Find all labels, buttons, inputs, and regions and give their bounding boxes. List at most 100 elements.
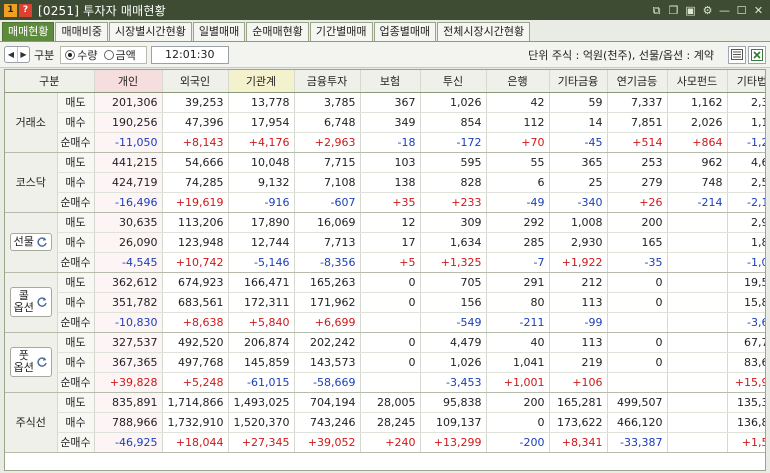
cell-value: 0	[607, 272, 668, 293]
row-label: 매도	[57, 272, 95, 293]
header-1[interactable]: 개인	[94, 70, 163, 93]
list-view-icon[interactable]	[728, 45, 746, 64]
cell-value: 103	[360, 152, 421, 173]
time-input[interactable]	[150, 45, 229, 64]
group-button[interactable]: 선물	[9, 233, 52, 251]
cell-value: 748	[667, 172, 728, 193]
group-button[interactable]: 풋 옵션	[9, 347, 52, 377]
cell-value: 1,714,866	[162, 392, 229, 413]
cell-value: +2,963	[294, 132, 361, 153]
arrow-left-icon[interactable]: ◀	[5, 47, 17, 62]
screen-number-badge[interactable]: 1	[4, 3, 17, 17]
tab-2[interactable]: 시장별시간현황	[108, 22, 192, 41]
group-button-label: 풋 옵션	[14, 350, 34, 374]
header-11[interactable]: 기타법인	[727, 70, 765, 93]
cell-value: -607	[294, 192, 361, 213]
toolbar: ◀ ▶ 구분 수량 금액 단위 주식 : 억원(천주), 선물/옵션 : 계약	[0, 42, 770, 68]
cell-value: -58,669	[294, 372, 361, 393]
help-icon[interactable]: ?	[19, 3, 32, 17]
table-row: 순매수 -4,545 +10,742 -5,146 -8,356 +5 +1,325 -7 +1…	[5, 252, 765, 273]
cell-value: 83,659	[727, 352, 765, 373]
cell-value: 0	[360, 332, 421, 353]
cell-value: 3,785	[294, 92, 361, 113]
tab-5[interactable]: 기간별매매	[309, 22, 373, 41]
cell-value: 291	[486, 272, 550, 293]
header-9[interactable]: 연기금등	[607, 70, 668, 93]
cell-value: 135,305	[727, 392, 765, 413]
cell-value: -1,051	[727, 252, 765, 273]
cell-value: +240	[360, 432, 421, 453]
radio-quantity[interactable]: 수량	[65, 47, 98, 63]
cell-value: -8,356	[294, 252, 361, 273]
tab-bar: 매매현황 매매비중 시장별시간현황 일별매매 순매매현황 기간별매매 업종별매매 전체시장시간…	[0, 20, 770, 42]
header-5[interactable]: 보험	[360, 70, 421, 93]
camera-icon[interactable]: ▣	[683, 3, 698, 18]
row-label: 매도	[57, 152, 95, 173]
cell-value: -200	[486, 432, 550, 453]
tab-6[interactable]: 업종별매매	[373, 22, 437, 41]
table-row: 순매수 -11,050 +8,143 +4,176 +2,963 -18 -172 +70 -4…	[5, 132, 765, 153]
header-10[interactable]: 사모펀드	[667, 70, 728, 93]
cell-value: +39,052	[294, 432, 361, 453]
header-3[interactable]: 기관계	[228, 70, 295, 93]
cell-value: 0	[360, 292, 421, 313]
tab-7[interactable]: 전체시장시간현황	[437, 22, 531, 41]
table-row: 코스닥 매도 441,215 54,666 10,048 7,715 103 595 55 365…	[5, 152, 765, 213]
radio-amount-dot[interactable]	[103, 49, 114, 60]
group-button[interactable]: 콜 옵션	[9, 287, 52, 317]
maximize-icon[interactable]: ☐	[734, 3, 749, 18]
tab-1[interactable]: 매매비중	[55, 22, 108, 41]
cell-value: 219	[549, 352, 608, 373]
tab-4[interactable]: 순매매현황	[246, 22, 309, 41]
header-7[interactable]: 은행	[486, 70, 550, 93]
group-label[interactable]: 풋 옵션	[5, 332, 58, 393]
header-4[interactable]: 금융투자	[294, 70, 361, 93]
cell-value: -549	[420, 312, 487, 333]
row-label: 순매수	[57, 252, 95, 273]
cell-value: 7,715	[294, 152, 361, 173]
radio-quantity-dot[interactable]	[65, 49, 76, 60]
close-icon[interactable]: ✕	[751, 3, 766, 18]
cell-value: +1,922	[549, 252, 608, 273]
cell-value: +8,143	[162, 132, 229, 153]
cell-value: 30,635	[94, 212, 163, 233]
cell-value: +27,345	[228, 432, 295, 453]
cell-value: 0	[486, 412, 550, 433]
cell-value: +8,341	[549, 432, 608, 453]
group-label[interactable]: 콜 옵션	[5, 272, 58, 333]
header-category[interactable]: 구분	[5, 70, 95, 93]
cell-value	[667, 232, 728, 253]
cell-value: 25	[549, 172, 608, 193]
excel-export-icon[interactable]	[748, 45, 766, 64]
cell-value: +1,536	[727, 432, 765, 453]
cell-value: 362,612	[94, 272, 163, 293]
tab-3[interactable]: 일별매매	[192, 22, 246, 41]
cell-value	[667, 432, 728, 453]
cell-value: +4,176	[228, 132, 295, 153]
cell-value: 743,246	[294, 412, 361, 433]
minimize-icon[interactable]: —	[717, 3, 732, 18]
copy-icon[interactable]: ❐	[666, 3, 681, 18]
table-row: 매수 190,256 47,396 17,954 6,748 349 854 112 14 7,8…	[5, 112, 765, 133]
cell-value: -3,648	[727, 312, 765, 333]
header-2[interactable]: 외국인	[162, 70, 229, 93]
cell-value: -99	[549, 312, 608, 333]
group-label[interactable]: 선물	[5, 212, 58, 273]
gear-icon[interactable]: ⚙	[700, 3, 715, 18]
cell-value: 17,890	[228, 212, 295, 233]
cell-value: 674,923	[162, 272, 229, 293]
tab-0[interactable]: 매매현황	[2, 22, 55, 41]
cell-value: 367,365	[94, 352, 163, 373]
link-icon[interactable]: ⧉	[649, 3, 664, 18]
cell-value: +106	[549, 372, 608, 393]
cell-value: 113	[549, 292, 608, 313]
cell-value: 1,008	[549, 212, 608, 233]
arrow-right-icon[interactable]: ▶	[17, 47, 29, 62]
radio-amount[interactable]: 금액	[103, 47, 136, 63]
refresh-icon	[37, 297, 47, 307]
table-row: 주식선 매도 835,891 1,714,866 1,493,025 704,194 28,…	[5, 392, 765, 453]
cell-value: 28,005	[360, 392, 421, 413]
header-8[interactable]: 기타금융	[549, 70, 608, 93]
cell-value: 17	[360, 232, 421, 253]
header-6[interactable]: 투신	[420, 70, 487, 93]
